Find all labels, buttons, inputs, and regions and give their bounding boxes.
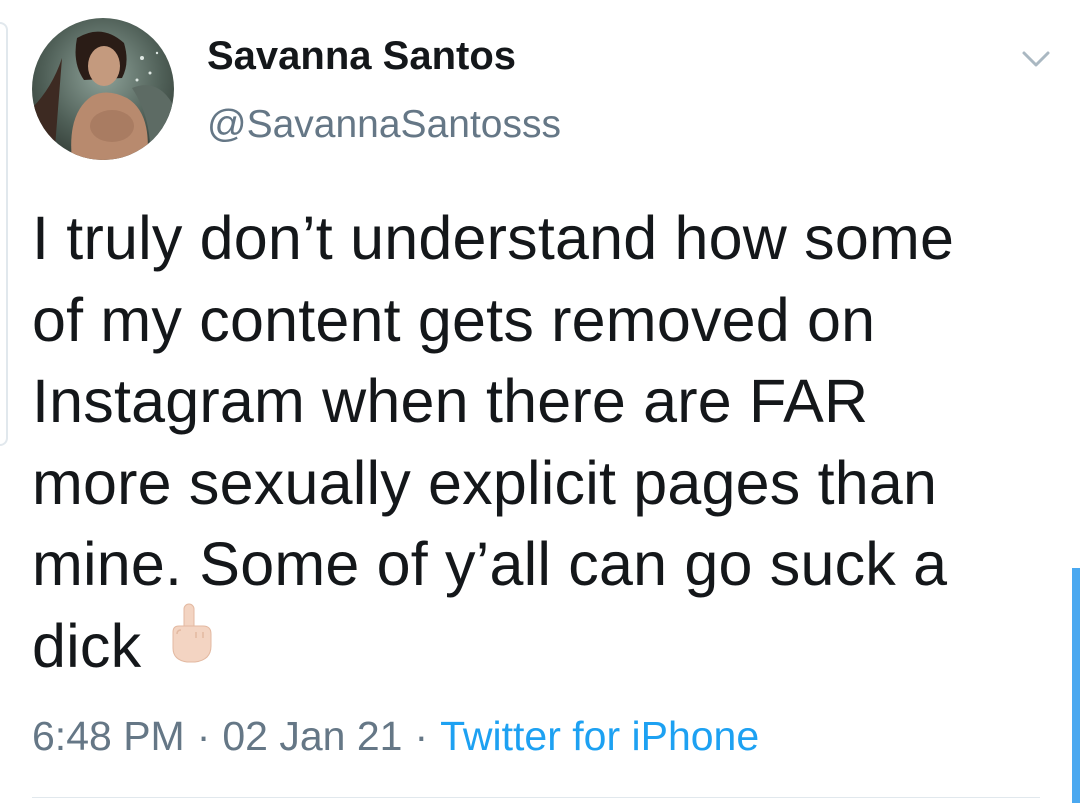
- chevron-down-icon[interactable]: [1016, 44, 1056, 74]
- tweet-text-line: I truly don’t understand how some: [32, 204, 955, 272]
- author-display-name[interactable]: Savanna Santos: [207, 34, 516, 79]
- tweet-text-line: Instagram when there are FAR: [32, 367, 869, 435]
- tweet-date[interactable]: 02 Jan 21: [222, 713, 402, 759]
- tweet-text-last-line: dick: [32, 603, 1042, 693]
- scrollbar[interactable]: [1072, 568, 1080, 803]
- avatar[interactable]: [32, 18, 174, 160]
- tweet-text-line: of my content gets removed on: [32, 285, 876, 354]
- tweet-screenshot: Savanna Santos @SavannaSantosss I truly …: [0, 0, 1080, 803]
- tweet-text-line: dick: [32, 611, 142, 680]
- tweet-meta: 6:48 PM · 02 Jan 21 · Twitter for iPhone: [32, 713, 759, 760]
- tweet-text-line: mine. Some of y’all can go suck a: [32, 530, 948, 598]
- author-handle[interactable]: @SavannaSantosss: [207, 103, 561, 147]
- divider: [32, 797, 1040, 798]
- tweet-text-line: more sexually explicit pages than: [32, 448, 938, 517]
- tweet-source-link[interactable]: Twitter for iPhone: [440, 713, 759, 759]
- avatar-photo: [32, 18, 174, 160]
- tweet-text: I truly don’t understand how some of my …: [32, 198, 1042, 693]
- previous-card-edge: [0, 22, 8, 446]
- tweet-time[interactable]: 6:48 PM: [32, 713, 185, 759]
- meta-separator: ·: [414, 713, 429, 759]
- meta-separator: ·: [196, 713, 211, 759]
- middle-finger-emoji-icon: [163, 602, 219, 687]
